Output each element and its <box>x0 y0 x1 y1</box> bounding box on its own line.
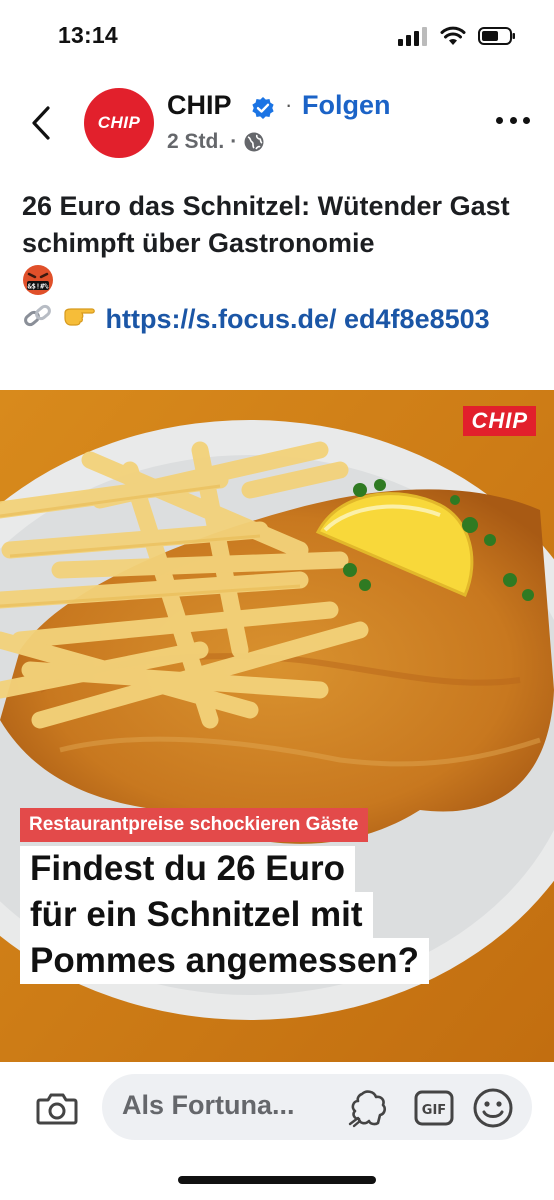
svg-text:GIF: GIF <box>422 1103 446 1118</box>
page-name[interactable]: CHIP <box>167 90 232 121</box>
image-headline: Findest du 26 Euro für ein Schnitzel mit… <box>20 846 430 984</box>
back-button[interactable] <box>26 102 56 144</box>
page-avatar[interactable]: CHIP <box>84 88 154 158</box>
post-text: 26 Euro das Schnitzel: Wütender Gast sch… <box>22 191 510 258</box>
emoji-button[interactable] <box>472 1087 514 1134</box>
meta-separator: · <box>230 130 238 153</box>
headline-line: Findest du 26 Euro <box>20 846 356 892</box>
comment-input[interactable]: Als Fortuna... GIF <box>102 1074 532 1140</box>
follow-button[interactable]: Folgen <box>302 90 391 121</box>
battery-icon <box>478 27 515 45</box>
status-time: 13:14 <box>58 22 118 48</box>
header-separator: · <box>285 92 293 117</box>
post-time[interactable]: 2 Std. <box>167 130 224 154</box>
smiley-icon <box>473 1088 513 1128</box>
post-header: CHIP CHIP · Folgen 2 Std. · <box>0 84 554 164</box>
avatar-sticker-icon <box>348 1090 386 1128</box>
post-meta: 2 Std. · <box>167 130 265 154</box>
headline-line: Pommes angemessen? <box>20 938 430 984</box>
avatar-logo-text: CHIP <box>97 113 141 132</box>
home-indicator[interactable] <box>178 1176 376 1184</box>
headline-line: für ein Schnitzel mit <box>20 892 373 938</box>
more-dots-icon <box>496 116 503 124</box>
svg-text:&$!#%: &$!#% <box>27 283 49 291</box>
status-bar: 13:14 <box>0 0 554 72</box>
avatar-sticker-button[interactable] <box>348 1088 390 1133</box>
post-link[interactable]: https://s.focus.de/ ed4f8e8503 <box>106 304 490 334</box>
chip-watermark: CHIP <box>463 406 536 436</box>
comment-placeholder: Als Fortuna... <box>122 1090 295 1120</box>
chevron-left-icon <box>32 106 50 140</box>
camera-button[interactable] <box>36 1090 78 1131</box>
status-icons <box>398 26 516 46</box>
more-options-button[interactable] <box>496 110 530 130</box>
pointing-right-emoji <box>63 308 95 326</box>
gif-button[interactable]: GIF <box>414 1090 454 1131</box>
image-tag: Restaurantpreise schockieren Gäste <box>20 808 368 842</box>
cellular-signal-icon <box>398 27 427 46</box>
link-emoji <box>24 304 51 326</box>
globe-icon <box>244 132 264 152</box>
camera-icon <box>36 1093 78 1125</box>
angry-swearing-face-emoji: &$!#% <box>22 264 58 298</box>
post-image[interactable]: CHIP Restaurantpreise schockieren Gäste … <box>0 390 554 1062</box>
wifi-icon <box>440 26 466 45</box>
link-emojis <box>22 301 98 341</box>
post-link-block: https://s.focus.de/ ed4f8e8503 <box>22 300 542 341</box>
verified-badge-icon <box>252 97 274 119</box>
gif-icon: GIF <box>414 1090 454 1126</box>
